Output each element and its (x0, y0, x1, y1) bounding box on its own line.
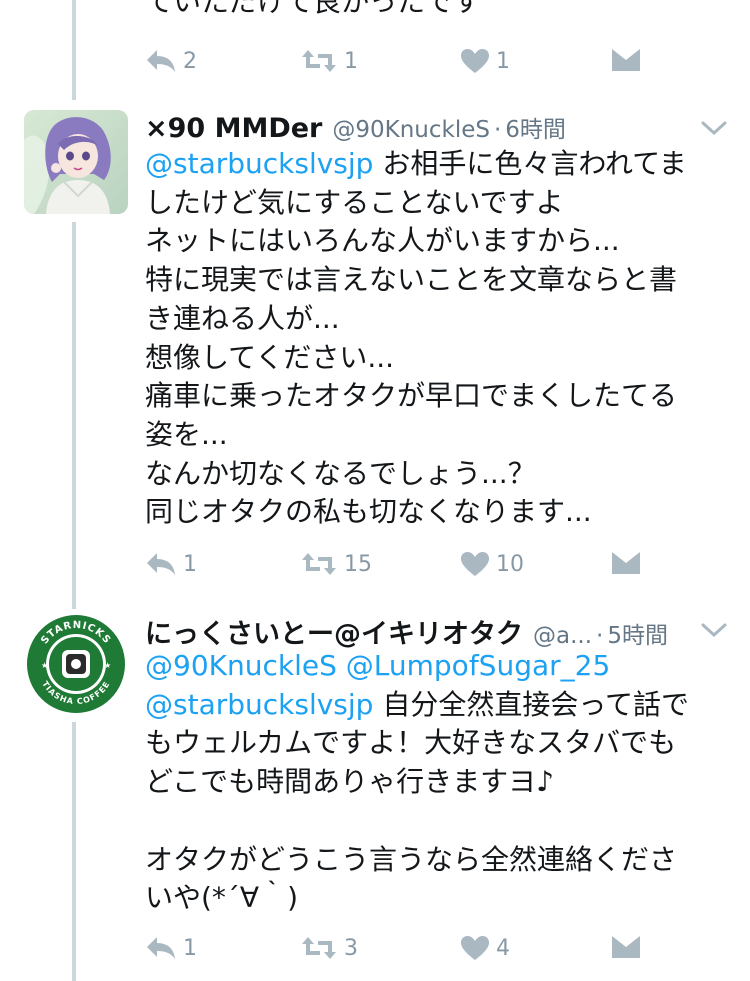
display-name[interactable]: ×90 MMDer (145, 113, 322, 144)
tweet-actions: 1 3 4 (145, 935, 665, 967)
envelope-icon (612, 936, 640, 958)
retweet-icon (302, 50, 336, 72)
like-count: 1 (496, 48, 510, 74)
retweet-icon (302, 553, 336, 575)
tweet-fragment-top: ていただけて良かったです 2 1 1 (0, 0, 750, 100)
reply-button[interactable]: 2 (145, 48, 197, 74)
username[interactable]: @a... (533, 623, 592, 649)
mention-link[interactable]: @starbuckslvsjp (145, 147, 373, 180)
reply-icon (147, 553, 175, 575)
mention-link[interactable]: @90KnuckleS (145, 649, 337, 682)
dm-button[interactable] (611, 48, 641, 72)
reply-count: 2 (183, 48, 197, 74)
chevron-down-icon[interactable] (700, 118, 728, 138)
retweet-button[interactable]: 1 (300, 48, 358, 74)
tweet-text: ていただけて良かったです (145, 0, 482, 18)
mention-link[interactable]: @starbuckslvsjp (145, 688, 373, 721)
avatar[interactable]: STARNICKS TIASHA COFFEE ★ ★ (24, 612, 128, 716)
avatar[interactable] (24, 110, 128, 214)
svg-text:★: ★ (41, 661, 48, 670)
timestamp[interactable]: 5時間 (607, 616, 668, 650)
display-name[interactable]: にっくさいとー@イキリオタク (145, 612, 523, 651)
tweet-text: @starbuckslvsjp お相手に色々言われてま したけど気にすることない… (145, 145, 722, 532)
tweet-body: お相手に色々言われてま したけど気にすることないですよ ネットにはいろんな人がい… (145, 147, 687, 529)
heart-icon (461, 552, 489, 576)
like-button[interactable]: 1 (460, 48, 510, 74)
reply-icon (147, 50, 175, 72)
envelope-icon (612, 49, 640, 71)
timestamp[interactable]: 6時間 (505, 110, 566, 144)
retweet-button[interactable]: 15 (300, 551, 372, 577)
tweet-text: @90KnuckleS @LumpofSugar_25 @starbuckslv… (145, 647, 722, 918)
mention-link[interactable]: @LumpofSugar_25 (346, 649, 610, 682)
envelope-icon (612, 552, 640, 574)
reply-count: 1 (183, 551, 197, 577)
dm-button[interactable] (611, 551, 641, 575)
like-button[interactable]: 10 (460, 551, 524, 577)
tweet-body: 自分全然直接会って話で もウェルカムですよ！大好きなスタバでも どこでも時間あり… (145, 687, 689, 915)
tweet-actions: 1 15 10 (145, 551, 665, 583)
tweet[interactable]: STARNICKS TIASHA COFFEE ★ ★ にっくさいとー@イキリオ… (0, 612, 750, 981)
tweet-header: にっくさいとー@イキリオタク @a... · 5時間 (145, 612, 680, 652)
retweet-button[interactable]: 3 (300, 935, 358, 961)
like-count: 4 (496, 935, 510, 961)
retweet-icon (302, 937, 336, 959)
like-button[interactable]: 4 (460, 935, 510, 961)
dm-button[interactable] (611, 935, 641, 959)
tweet-header: ×90 MMDer @90KnuckleS · 6時間 (145, 110, 680, 150)
reply-button[interactable]: 1 (145, 935, 197, 961)
svg-text:★: ★ (104, 661, 111, 670)
heart-icon (461, 49, 489, 73)
separator: · (493, 117, 502, 143)
username[interactable]: @90KnuckleS (332, 117, 490, 143)
reply-icon (147, 937, 175, 959)
like-count: 10 (496, 551, 524, 577)
retweet-count: 15 (344, 551, 372, 577)
tweet-actions: 2 1 1 (145, 48, 665, 80)
reply-button[interactable]: 1 (145, 551, 197, 577)
reply-count: 1 (183, 935, 197, 961)
chevron-down-icon[interactable] (700, 620, 728, 640)
heart-icon (461, 936, 489, 960)
tweet[interactable]: ×90 MMDer @90KnuckleS · 6時間 @starbuckslv… (0, 110, 750, 600)
separator: · (596, 623, 604, 649)
retweet-count: 3 (344, 935, 358, 961)
retweet-count: 1 (344, 48, 358, 74)
